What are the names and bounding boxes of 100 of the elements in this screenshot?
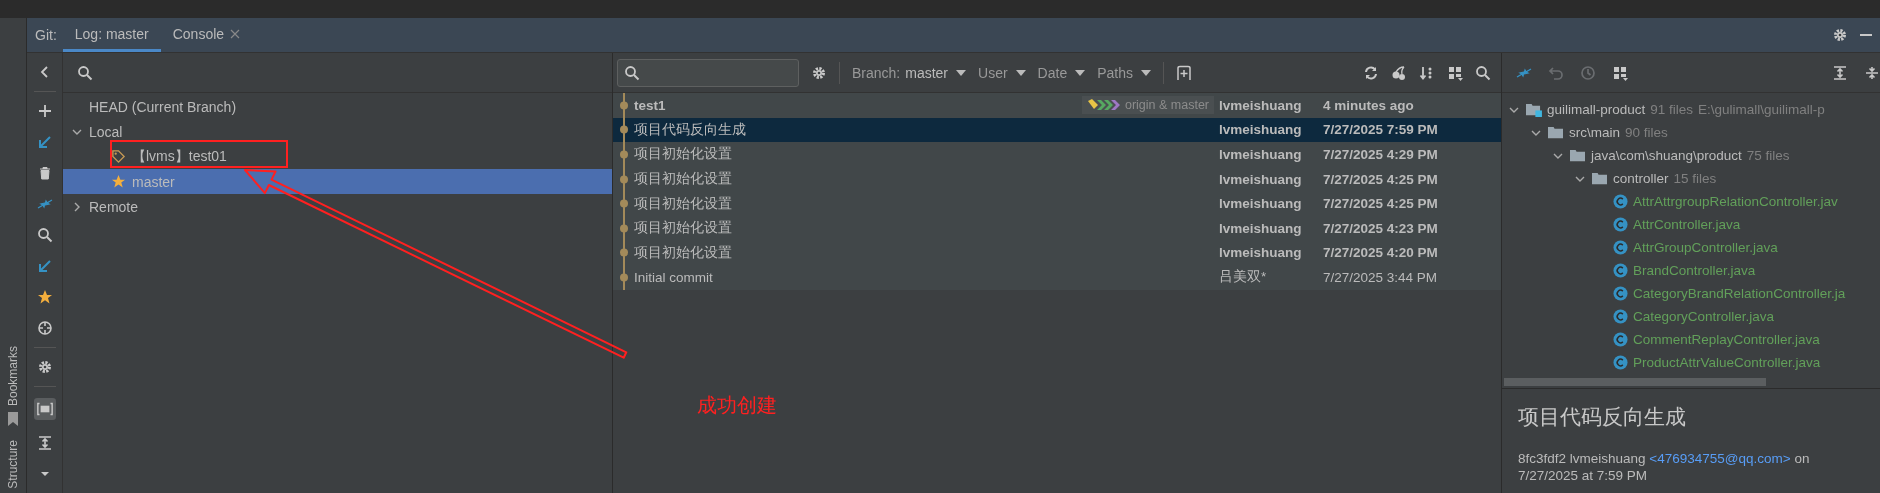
search-icon[interactable] bbox=[1475, 64, 1491, 81]
caret-icon[interactable] bbox=[1015, 69, 1026, 76]
branch-item[interactable]: 【lvms】test01 bbox=[63, 144, 612, 169]
commit-message: 项目初始化设置 bbox=[634, 219, 732, 238]
annotation-label: 成功创建 bbox=[697, 392, 777, 419]
folder-name[interactable]: java\com\shuang\product bbox=[1591, 148, 1742, 163]
commit-date: 7/27/2025 4:20 PM bbox=[1323, 245, 1439, 261]
filter-dropdown[interactable]: Paths bbox=[1097, 64, 1151, 81]
close-icon[interactable] bbox=[230, 28, 241, 39]
commit-row[interactable]: 项目初始化设置 lvmeishuang 7/27/2025 4:23 PM bbox=[613, 215, 1501, 241]
search-field[interactable] bbox=[617, 58, 799, 87]
branch-item[interactable]: master bbox=[63, 169, 612, 194]
search-icon[interactable] bbox=[77, 64, 93, 81]
folder-name[interactable]: controller bbox=[1613, 171, 1669, 186]
class-icon bbox=[1613, 263, 1628, 278]
class-icon bbox=[1613, 240, 1628, 255]
class-icon bbox=[1613, 217, 1628, 232]
panel-tab[interactable]: Console bbox=[160, 18, 253, 52]
filter-dropdown[interactable]: Branch: master bbox=[852, 64, 967, 81]
file-name[interactable]: AttrAttrgroupRelationController.jav bbox=[1633, 194, 1838, 209]
add-icon[interactable] bbox=[36, 103, 53, 119]
folder-name[interactable]: guilimall-product bbox=[1547, 102, 1646, 117]
commit-date: 7/27/2025 4:23 PM bbox=[1323, 220, 1439, 236]
branch-item[interactable]: HEAD (Current Branch) bbox=[63, 94, 612, 119]
commit-row[interactable]: Initial commit 吕美双* 7/27/2025 3:44 PM bbox=[613, 265, 1501, 290]
commit-message: 项目初始化设置 bbox=[634, 194, 732, 213]
ref-label: origin & master bbox=[1124, 98, 1209, 113]
filter-dropdown[interactable]: Date bbox=[1037, 64, 1086, 81]
settings-icon[interactable] bbox=[811, 64, 827, 81]
arrow-icon[interactable] bbox=[36, 258, 53, 274]
file-name[interactable]: BrandController.java bbox=[1633, 263, 1756, 278]
file-count: 15 files bbox=[1673, 171, 1717, 186]
commit-author: lvmeishuang bbox=[1219, 97, 1303, 113]
commit-author: 吕美双* bbox=[1219, 268, 1268, 287]
email-link[interactable]: <476934755@qq.com> bbox=[1649, 451, 1791, 466]
commit-title: 项目代码反向生成 bbox=[1518, 404, 1687, 431]
expand-all-icon[interactable] bbox=[36, 435, 53, 451]
file-name[interactable]: CommentReplayController.java bbox=[1633, 332, 1820, 347]
file-name[interactable]: ProductAttrValueController.java bbox=[1633, 355, 1821, 370]
commit-row[interactable]: 项目初始化设置 lvmeishuang 7/27/2025 4:20 PM bbox=[613, 240, 1501, 266]
grid-icon[interactable] bbox=[1447, 64, 1463, 81]
file-count: 75 files bbox=[1746, 148, 1790, 163]
bookmark-icon[interactable] bbox=[7, 412, 19, 427]
commit-date: 7/27/2025 7:59 PM bbox=[1323, 122, 1439, 138]
commit-message: 项目初始化设置 bbox=[634, 145, 732, 164]
commit-row[interactable]: 项目代码反向生成 lvmeishuang 7/27/2025 7:59 PM bbox=[613, 117, 1501, 143]
folder-icon bbox=[1569, 148, 1586, 163]
cherry-icon[interactable] bbox=[1391, 64, 1407, 81]
commit-date: 7/27/2025 4:25 PM bbox=[1323, 196, 1439, 212]
commit-message: 项目初始化设置 bbox=[634, 170, 732, 189]
caret-icon[interactable] bbox=[956, 69, 967, 76]
folder-icon bbox=[1591, 171, 1608, 186]
commit-author: lvmeishuang bbox=[1219, 196, 1303, 212]
tag-icon bbox=[111, 149, 126, 164]
side-tab[interactable]: Bookmarks bbox=[6, 346, 20, 407]
commit-author: lvmeishuang bbox=[1219, 171, 1303, 187]
refresh-icon[interactable] bbox=[1363, 64, 1379, 81]
branch-item[interactable]: Remote bbox=[63, 194, 612, 219]
search-icon[interactable] bbox=[36, 227, 53, 243]
commit-row[interactable]: 项目初始化设置 lvmeishuang 7/27/2025 4:25 PM bbox=[613, 191, 1501, 216]
filter-dropdown[interactable]: User bbox=[978, 64, 1026, 81]
file-name[interactable]: CategoryController.java bbox=[1633, 309, 1775, 324]
folder-name[interactable]: src\main bbox=[1569, 125, 1620, 140]
commit-date: 7/27/2025 3:44 PM bbox=[1323, 269, 1439, 285]
search-icon[interactable] bbox=[624, 64, 640, 81]
branch-item[interactable]: Local bbox=[63, 119, 612, 144]
caret-icon[interactable] bbox=[1075, 69, 1086, 76]
class-icon bbox=[1613, 332, 1628, 347]
commit-author: lvmeishuang bbox=[1219, 245, 1303, 261]
commit-row[interactable]: 项目初始化设置 lvmeishuang 7/27/2025 4:29 PM bbox=[613, 142, 1501, 167]
commit-date: 7/27/2025 4:29 PM bbox=[1323, 147, 1439, 162]
bracket-icon[interactable] bbox=[33, 398, 56, 420]
class-icon bbox=[1613, 194, 1628, 209]
file-count: 91 files bbox=[1650, 102, 1694, 117]
commit-author: lvmeishuang bbox=[1219, 147, 1303, 162]
new-tab-icon[interactable] bbox=[1176, 64, 1192, 81]
collapse-all-icon[interactable] bbox=[1864, 64, 1880, 81]
commit-message: Initial commit bbox=[634, 269, 713, 285]
folder-icon bbox=[1547, 125, 1564, 140]
grid-icon[interactable] bbox=[1612, 64, 1628, 81]
folder-path: E:\gulimall\guilimall-p bbox=[1698, 102, 1825, 117]
file-name[interactable]: CategoryBrandRelationController.ja bbox=[1633, 286, 1846, 301]
commit-author: lvmeishuang bbox=[1219, 220, 1303, 236]
commit-message: test1 bbox=[634, 97, 666, 113]
commit-author: lvmeishuang bbox=[1219, 122, 1303, 138]
caret-icon[interactable] bbox=[1141, 69, 1151, 76]
file-count: 90 files bbox=[1625, 125, 1668, 140]
arrow-icon[interactable] bbox=[36, 134, 53, 150]
file-name[interactable]: AttrController.java bbox=[1633, 217, 1741, 232]
crosshair-icon[interactable] bbox=[36, 320, 53, 336]
commit-row[interactable]: 项目初始化设置 lvmeishuang 7/27/2025 4:25 PM bbox=[613, 166, 1501, 192]
module-folder-icon bbox=[1525, 102, 1542, 117]
scrollbar[interactable] bbox=[1504, 378, 1766, 386]
expand-all-icon[interactable] bbox=[1832, 64, 1848, 81]
side-tab[interactable]: Structure bbox=[6, 440, 20, 489]
class-icon bbox=[1613, 286, 1628, 301]
settings-icon[interactable] bbox=[36, 359, 53, 375]
settings-icon[interactable] bbox=[1832, 27, 1848, 43]
star-icon[interactable] bbox=[36, 289, 53, 305]
file-name[interactable]: AttrGroupController.java bbox=[1633, 240, 1778, 255]
